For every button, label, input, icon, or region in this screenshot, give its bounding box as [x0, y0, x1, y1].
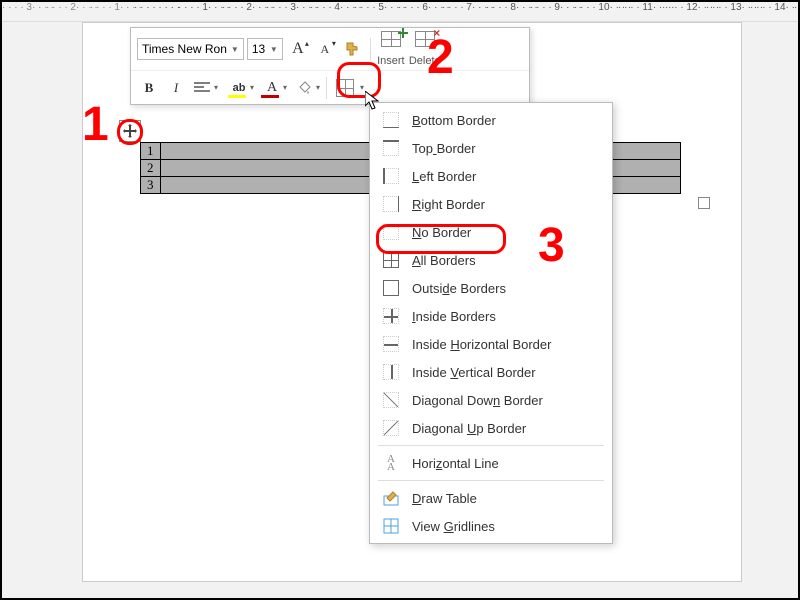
- menu-item-label: Left Border: [412, 169, 476, 184]
- menu-item-label: Inside Horizontal Border: [412, 337, 551, 352]
- ih-border-icon: [382, 335, 400, 353]
- font-size-selector[interactable]: 13 ▼: [247, 38, 283, 60]
- borders-dropdown-button[interactable]: ▾: [333, 76, 367, 100]
- italic-button[interactable]: I: [164, 76, 188, 100]
- menu-item-dd[interactable]: Diagonal Down Border: [370, 386, 612, 414]
- menu-item-hz[interactable]: AA Horizontal Line: [370, 449, 612, 477]
- shrink-font-button[interactable]: A▾: [313, 37, 337, 61]
- grow-font-button[interactable]: A▴: [286, 37, 310, 61]
- table-move-handle[interactable]: [119, 120, 141, 142]
- chevron-down-icon: ▾: [360, 83, 364, 92]
- menu-item-left[interactable]: Left Border: [370, 162, 612, 190]
- menu-item-ih[interactable]: Inside Horizontal Border: [370, 330, 612, 358]
- font-name-value: Times New Ron: [142, 42, 227, 56]
- top-border-icon: [382, 139, 400, 157]
- chevron-down-icon: ▾: [316, 83, 320, 92]
- chevron-down-icon: ▼: [231, 45, 239, 54]
- left-border-icon: [382, 167, 400, 185]
- row-number: 2: [141, 160, 161, 177]
- menu-separator: [378, 480, 604, 481]
- du-border-icon: [382, 419, 400, 437]
- delete-label: Delete: [409, 55, 441, 67]
- font-color-button[interactable]: A ▾: [257, 76, 287, 100]
- chevron-down-icon: ▼: [270, 45, 278, 54]
- menu-item-top[interactable]: Top Border: [370, 134, 612, 162]
- delete-table-button[interactable]: × Delete: [409, 31, 441, 67]
- menu-item-iv[interactable]: Inside Vertical Border: [370, 358, 612, 386]
- menu-item-draw[interactable]: Draw Table: [370, 484, 612, 512]
- borders-menu: Bottom Border Top Border Left Border Rig…: [369, 102, 613, 544]
- menu-item-label: Outside Borders: [412, 281, 506, 296]
- menu-item-label: Bottom Border: [412, 113, 496, 128]
- bold-button[interactable]: B: [137, 76, 161, 100]
- menu-item-du[interactable]: Diagonal Up Border: [370, 414, 612, 442]
- grid-border-icon: [382, 517, 400, 535]
- menu-item-label: Inside Vertical Border: [412, 365, 536, 380]
- chevron-down-icon: ▾: [283, 83, 287, 92]
- menu-item-label: Diagonal Down Border: [412, 393, 543, 408]
- menu-item-bottom[interactable]: Bottom Border: [370, 106, 612, 134]
- outside-border-icon: [382, 279, 400, 297]
- draw-border-icon: [382, 489, 400, 507]
- menu-item-right[interactable]: Right Border: [370, 190, 612, 218]
- insert-table-button[interactable]: Insert: [377, 31, 405, 67]
- menu-item-label: No Border: [412, 225, 471, 240]
- inside-border-icon: [382, 307, 400, 325]
- menu-item-label: Top Border: [412, 141, 476, 156]
- align-button[interactable]: ▾: [191, 76, 221, 100]
- menu-item-label: Horizontal Line: [412, 456, 499, 471]
- shading-button[interactable]: ▾: [290, 76, 320, 100]
- iv-border-icon: [382, 363, 400, 381]
- menu-item-label: View Gridlines: [412, 519, 495, 534]
- menu-item-inside[interactable]: Inside Borders: [370, 302, 612, 330]
- menu-item-label: Diagonal Up Border: [412, 421, 526, 436]
- chevron-down-icon: ▾: [250, 83, 254, 92]
- hz-border-icon: AA: [382, 454, 400, 472]
- row-number: 1: [141, 143, 161, 160]
- row-number: 3: [141, 177, 161, 194]
- all-border-icon: [382, 251, 400, 269]
- menu-item-outside[interactable]: Outside Borders: [370, 274, 612, 302]
- menu-separator: [378, 445, 604, 446]
- menu-item-grid[interactable]: View Gridlines: [370, 512, 612, 540]
- insert-label: Insert: [377, 55, 405, 67]
- table-resize-handle[interactable]: [698, 197, 710, 209]
- chevron-down-icon: ▾: [214, 83, 218, 92]
- highlight-color-button[interactable]: ab ▾: [224, 76, 254, 100]
- none-border-icon: [382, 223, 400, 241]
- dd-border-icon: [382, 391, 400, 409]
- horizontal-ruler[interactable]: · · · · 3· · · · · · · · 2· · · · · · · …: [2, 2, 798, 22]
- format-painter-button[interactable]: [340, 37, 364, 61]
- menu-item-none[interactable]: No Border: [370, 218, 612, 246]
- font-size-value: 13: [252, 42, 265, 56]
- menu-item-label: Draw Table: [412, 491, 477, 506]
- menu-item-label: Inside Borders: [412, 309, 496, 324]
- font-name-selector[interactable]: Times New Ron ▼: [137, 38, 244, 60]
- menu-item-label: Right Border: [412, 197, 485, 212]
- bottom-border-icon: [382, 111, 400, 129]
- mini-toolbar: Times New Ron ▼ 13 ▼ A▴ A▾ Insert × Dele…: [130, 27, 530, 105]
- menu-item-all[interactable]: All Borders: [370, 246, 612, 274]
- menu-item-label: All Borders: [412, 253, 476, 268]
- right-border-icon: [382, 195, 400, 213]
